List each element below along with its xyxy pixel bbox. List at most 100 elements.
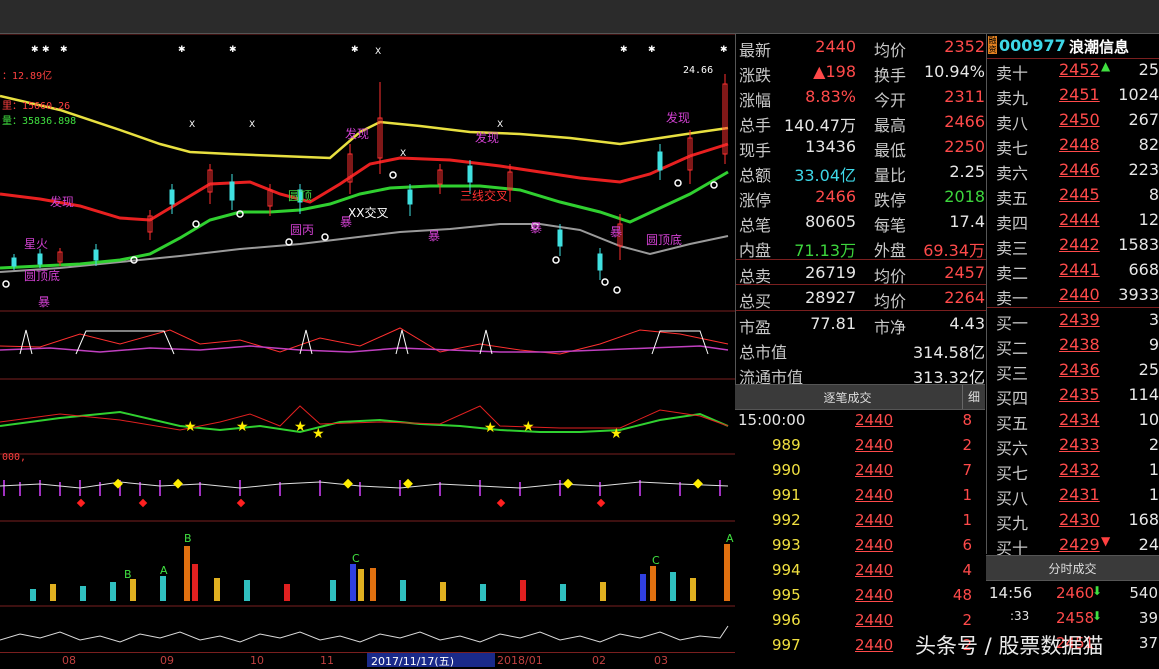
tick-price: 2440 [855,411,894,429]
kline-chart-svg: ✱ ✱ ✱ ✱ ✱ ✱ ✱ ✱ ✱ 发现 发现 发现 发现 圆顶 星火 圆顶底 … [0,34,735,643]
level-price: 2438 [1059,335,1100,354]
svg-text:圆顶: 圆顶 [288,189,312,203]
svg-text:★: ★ [236,419,249,435]
quote-value: 71.13万 [794,241,856,260]
quote-value: 10.94% [923,62,985,81]
svg-text:✱: ✱ [648,45,656,55]
svg-text:C: C [652,554,660,567]
quote-label: 总买 [739,292,772,311]
tick-time: 995 [772,586,801,604]
tick-time: 989 [772,436,801,454]
bid-row[interactable]: 买二 2438 9 [987,332,1159,358]
level-volume: 1 [1148,460,1159,479]
level-price: 2441 [1059,260,1100,279]
quote-value: 2457 [944,263,985,282]
bid-row[interactable]: 买四 2435 114 [987,382,1159,408]
kline-chart-area[interactable]: ✱ ✱ ✱ ✱ ✱ ✱ ✱ ✱ ✱ 发现 发现 发现 发现 圆顶 星火 圆顶底 … [0,34,735,667]
quote-label: 最低 [874,141,907,160]
level-label: 卖八 [996,114,1029,133]
bid-row[interactable]: 买五 2434 10 [987,407,1159,433]
quote-label: 量比 [874,166,907,185]
minute-price: 2460 [1056,584,1095,602]
level-price: 2432 [1059,460,1100,479]
tick-row: 990 2440 7 [735,459,985,484]
quote-panel: 最新 2440 均价 2352 涨跌 ▲198 换手 10.94% 涨幅 8.8… [735,34,986,387]
ask-row[interactable]: 卖六 2446 223 [987,157,1159,183]
svg-text:✱: ✱ [229,45,237,55]
quote-label: 最高 [874,116,907,135]
quote-row: 涨跌 ▲198 换手 10.94% [736,59,986,85]
quote-value: 2466 [944,112,985,131]
tick-row: 15:00:00 2440 8 [735,409,985,434]
level-label: 卖一 [996,289,1029,308]
watermark: 头条号 / 股票数据猫 [915,634,1104,658]
svg-text:A: A [726,532,734,545]
tick-price: 2440 [855,611,894,629]
level-label: 卖六 [996,164,1029,183]
ask-row[interactable]: 卖七 2448 82 [987,132,1159,158]
svg-text:★: ★ [610,426,623,442]
minute-row: :33 2458 ⬇ 39 [986,607,1159,632]
stock-name: 浪潮信息 [1069,38,1130,56]
tick-price: 2440 [855,636,894,654]
tick-time: 994 [772,561,801,579]
svg-text:★: ★ [184,419,197,435]
arrow-down-icon: ⬇ [1092,609,1103,623]
svg-text:✱: ✱ [42,45,50,55]
bid-row[interactable]: 买八 2431 1 [987,482,1159,508]
quote-label: 每笔 [874,216,907,235]
sum-buy-row: 总买 28927 均价 2264 [736,285,986,311]
ask-row[interactable]: 卖三 2442 1583 [987,232,1159,258]
bid-row[interactable]: 买九 2430 168 [987,507,1159,533]
date-tick: 11 [320,654,334,667]
quote-label: 跌停 [874,191,907,210]
ask-row[interactable]: 卖四 2444 12 [987,207,1159,233]
level-label: 买八 [996,489,1029,508]
bid-row[interactable]: 买三 2436 25 [987,357,1159,383]
quote-label: 内盘 [739,241,772,260]
svg-text:✱: ✱ [620,45,628,55]
level-label: 卖二 [996,264,1029,283]
level-volume: 2 [1148,435,1159,454]
ask-row[interactable]: 卖十 2452 ▲ 25 [987,57,1159,83]
svg-text:✱: ✱ [60,45,68,55]
bid-row[interactable]: 买七 2432 1 [987,457,1159,483]
ask-row[interactable]: 卖一 2440 3933 [987,282,1159,308]
svg-text:暴: 暴 [38,295,50,309]
level-label: 买三 [996,364,1029,383]
minute-row: 14:56 2460 ⬇ 540 [986,582,1159,607]
bid-row[interactable]: 买六 2433 2 [987,432,1159,458]
tick-price: 2440 [855,561,894,579]
svg-text:圆丙: 圆丙 [290,223,314,237]
svg-text:B: B [124,568,132,581]
quote-value: 17.4 [949,212,985,231]
ask-row[interactable]: 卖五 2445 8 [987,182,1159,208]
ask-row[interactable]: 卖九 2451 1024 [987,82,1159,108]
minute-trades-header: 分时成交 [986,555,1159,581]
ma-label-1: 里：15660.26 [2,101,71,112]
ticks-title: 逐笔成交 [823,391,872,405]
svg-text:发现: 发现 [666,110,690,125]
quote-value: 2.25 [949,162,985,181]
minute-time: 14:56 [989,584,1033,602]
level-volume: 223 [1128,160,1159,179]
level-price: 2435 [1059,385,1100,404]
level-label: 卖四 [996,214,1029,233]
minute-price: 2458 [1056,609,1095,627]
svg-text:X: X [400,149,406,159]
level-label: 卖十 [996,64,1029,83]
ticks-header: 逐笔成交 细 [735,384,985,410]
ask-row[interactable]: 卖二 2441 668 [987,257,1159,283]
level-label: 买一 [996,314,1029,333]
level-label: 买四 [996,389,1029,408]
tick-time: 992 [772,511,801,529]
ask-row[interactable]: 卖八 2450 267 [987,107,1159,133]
level-label: 买六 [996,439,1029,458]
bid-row[interactable]: 买十 2429 ▼ 24 [987,532,1159,558]
date-axis: 08 09 10 11 2017/11/17(五) 2018/01 02 03 [0,652,735,668]
svg-text:★: ★ [294,419,307,435]
ticks-detail-button[interactable]: 细 [962,385,985,409]
tick-time: 997 [772,636,801,654]
bid-row[interactable]: 买一 2439 3 [987,307,1159,333]
minute-trades-title: 分时成交 [1048,562,1097,576]
